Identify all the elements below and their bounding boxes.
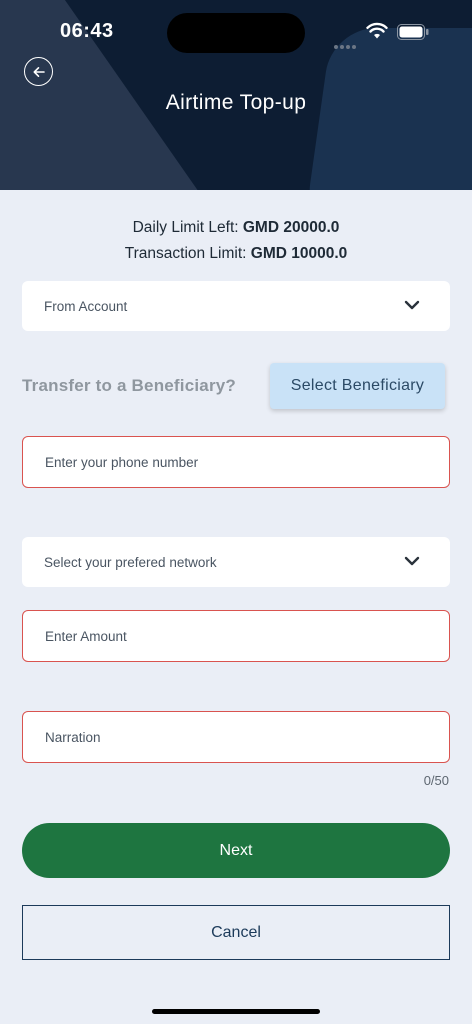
network-dropdown[interactable]: Select your prefered network [22, 537, 450, 587]
amount-input[interactable] [45, 628, 425, 644]
phone-input[interactable] [45, 454, 425, 470]
daily-limit-label: Daily Limit Left: [132, 219, 239, 236]
battery-icon [397, 24, 429, 40]
status-bar: 06:43 [0, 0, 472, 60]
arrow-left-icon [33, 66, 45, 77]
wifi-icon [366, 22, 388, 39]
back-button[interactable] [24, 57, 53, 86]
dynamic-island [167, 13, 305, 53]
status-time: 06:43 [60, 20, 114, 42]
narration-char-counter: 0/50 [423, 773, 449, 788]
header: 06:43 Airtime Top-up [0, 0, 472, 190]
daily-limit: Daily Limit Left: GMD 20000.0 [0, 219, 472, 237]
home-indicator [152, 1009, 320, 1014]
chevron-down-icon [404, 300, 420, 310]
chevron-down-icon [404, 556, 420, 566]
network-placeholder: Select your prefered network [44, 554, 217, 570]
transaction-limit: Transaction Limit: GMD 10000.0 [0, 245, 472, 263]
phone-field[interactable] [22, 436, 450, 488]
cancel-button[interactable]: Cancel [22, 905, 450, 960]
daily-limit-value: GMD 20000.0 [242, 219, 340, 236]
amount-field[interactable] [22, 610, 450, 662]
transaction-limit-value: GMD 10000.0 [250, 245, 348, 262]
from-account-placeholder: From Account [44, 298, 128, 314]
transaction-limit-label: Transaction Limit: [124, 245, 247, 262]
select-beneficiary-button[interactable]: Select Beneficiary [270, 363, 445, 409]
narration-field[interactable] [22, 711, 450, 763]
narration-input[interactable] [45, 729, 425, 745]
transfer-beneficiary-label: Transfer to a Beneficiary? [22, 376, 236, 395]
page-title: Airtime Top-up [165, 91, 307, 114]
from-account-dropdown[interactable]: From Account [22, 281, 450, 331]
signal-dots-icon [334, 36, 360, 49]
next-button[interactable]: Next [22, 823, 450, 878]
